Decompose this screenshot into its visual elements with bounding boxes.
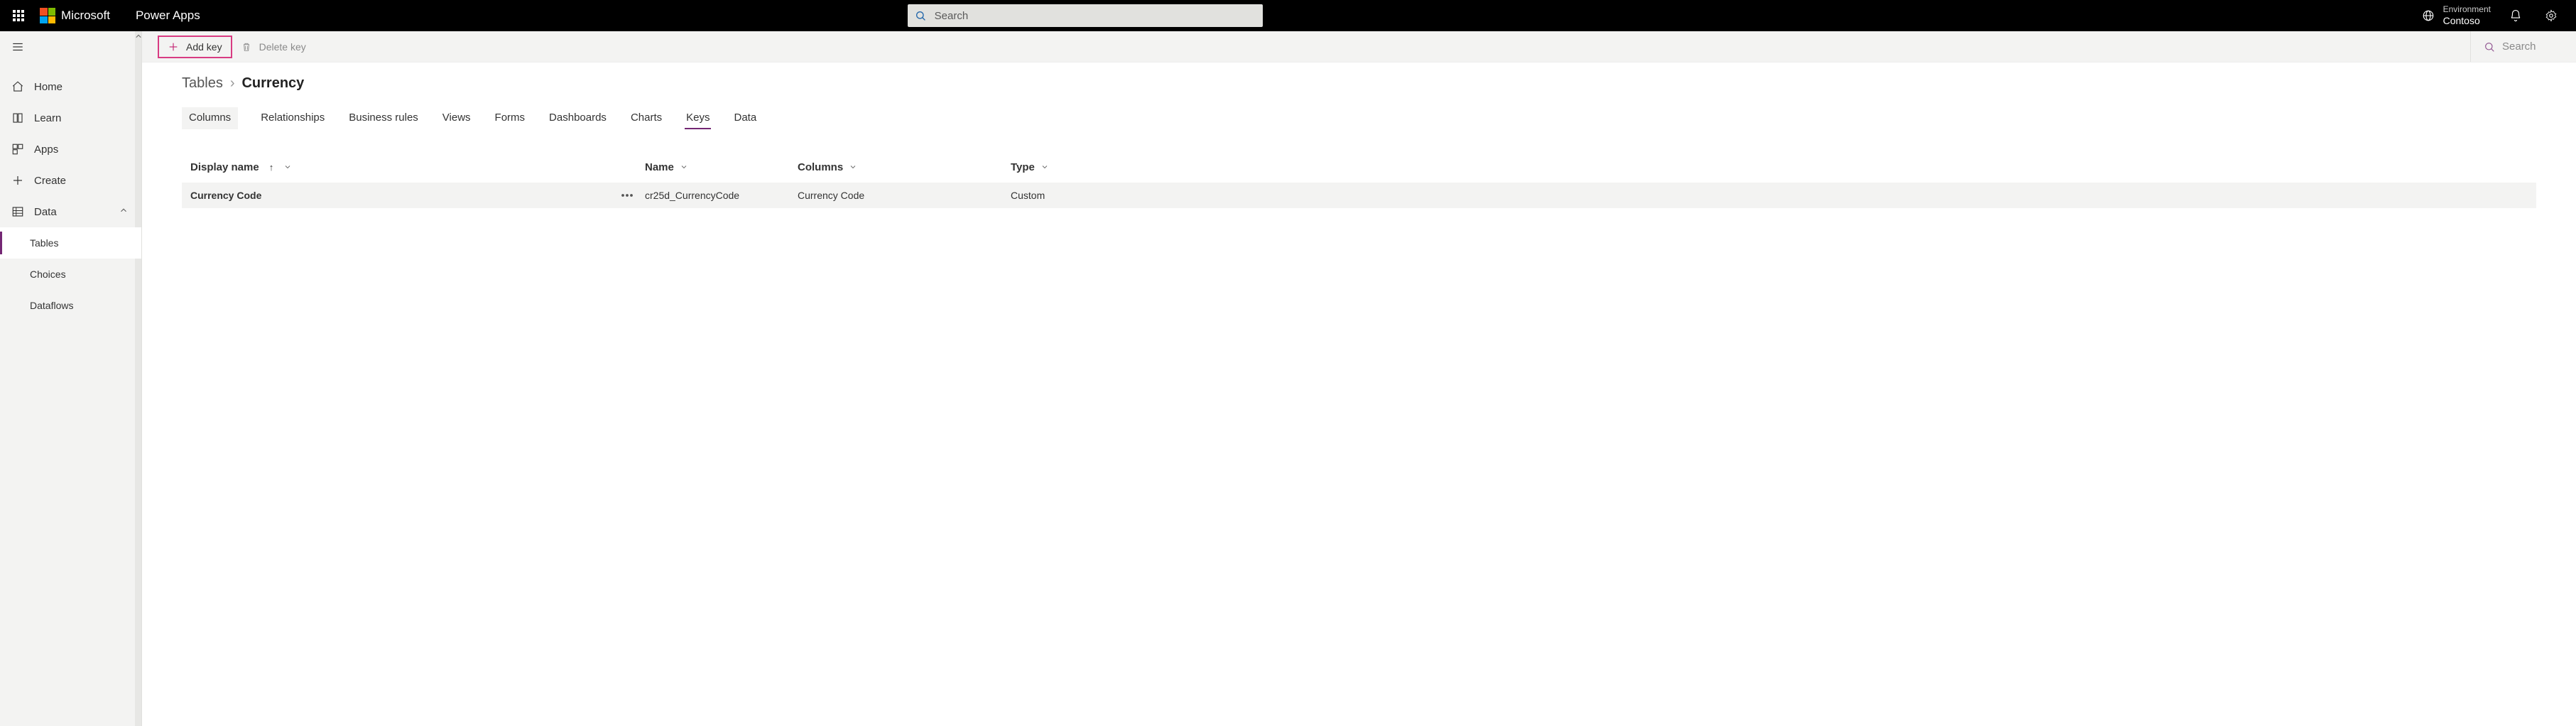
settings-button[interactable] xyxy=(2540,5,2562,26)
sidebar-item-dataflows[interactable]: Dataflows xyxy=(0,290,141,321)
col-header-display-name[interactable]: Display name ↑ xyxy=(190,161,645,173)
microsoft-logo-icon xyxy=(40,8,55,23)
col-header-type[interactable]: Type xyxy=(1011,161,2528,173)
sidebar-item-choices[interactable]: Choices xyxy=(0,259,141,290)
app-launcher-waffle[interactable] xyxy=(6,3,31,28)
data-grid-icon xyxy=(11,205,24,218)
table-row[interactable]: Currency Code cr25d_CurrencyCode Currenc… xyxy=(182,183,2536,208)
gear-icon xyxy=(2545,9,2558,22)
sidebar-item-label: Apps xyxy=(34,143,58,156)
waffle-icon xyxy=(13,10,24,21)
delete-key-button[interactable]: Delete key xyxy=(234,38,313,56)
tab-data[interactable]: Data xyxy=(732,107,758,129)
microsoft-brand[interactable]: Microsoft xyxy=(40,8,110,23)
keys-table: Display name ↑ Name Columns Type xyxy=(182,151,2536,208)
command-search-input[interactable] xyxy=(2502,40,2559,53)
tab-forms[interactable]: Forms xyxy=(494,107,527,129)
sidebar-item-tables[interactable]: Tables xyxy=(0,227,141,259)
environment-picker[interactable]: Environment Contoso xyxy=(2422,4,2491,26)
row-context-menu[interactable] xyxy=(609,194,645,197)
chevron-up-icon xyxy=(119,205,129,218)
side-nav: Home Learn Apps Create Data xyxy=(0,31,142,726)
search-icon xyxy=(2484,41,2495,53)
ellipsis-icon xyxy=(621,194,633,197)
global-search-input[interactable] xyxy=(935,10,1256,22)
global-search[interactable] xyxy=(908,4,1263,27)
environment-name: Contoso xyxy=(2443,15,2491,27)
sidebar-item-learn[interactable]: Learn xyxy=(0,102,141,134)
book-icon xyxy=(11,112,24,124)
chevron-down-icon xyxy=(283,163,292,171)
cell-name: cr25d_CurrencyCode xyxy=(645,190,798,201)
sidebar-item-apps[interactable]: Apps xyxy=(0,134,141,165)
content-area: Add key Delete key Tables › Currency Col… xyxy=(142,31,2576,726)
chevron-down-icon xyxy=(849,163,857,171)
tab-relationships[interactable]: Relationships xyxy=(259,107,326,129)
command-bar: Add key Delete key xyxy=(142,31,2576,63)
nav-toggle[interactable] xyxy=(0,31,141,63)
col-header-columns[interactable]: Columns xyxy=(798,161,1011,173)
sidebar-item-label: Choices xyxy=(30,269,66,280)
entity-tabs: Columns Relationships Business rules Vie… xyxy=(182,107,2536,130)
cell-columns: Currency Code xyxy=(798,190,1011,201)
breadcrumb: Tables › Currency xyxy=(182,75,2536,92)
command-search[interactable] xyxy=(2470,31,2559,62)
add-key-button[interactable]: Add key xyxy=(159,37,231,57)
scroll-up-icon xyxy=(135,33,141,39)
tab-views[interactable]: Views xyxy=(441,107,472,129)
sidebar-item-label: Dataflows xyxy=(30,300,73,311)
table-header-row: Display name ↑ Name Columns Type xyxy=(182,151,2536,183)
apps-icon xyxy=(11,143,24,156)
breadcrumb-separator-icon: › xyxy=(230,75,235,92)
sort-ascending-icon: ↑ xyxy=(269,162,274,173)
plus-icon xyxy=(11,174,24,187)
brand-label: Microsoft xyxy=(61,9,110,23)
delete-key-label: Delete key xyxy=(259,41,306,53)
tab-columns[interactable]: Columns xyxy=(182,107,238,129)
home-icon xyxy=(11,80,24,93)
tab-dashboards[interactable]: Dashboards xyxy=(548,107,608,129)
environment-label: Environment xyxy=(2443,4,2491,14)
tab-business-rules[interactable]: Business rules xyxy=(347,107,420,129)
sidebar-item-label: Create xyxy=(34,175,66,187)
col-header-label: Type xyxy=(1011,161,1035,173)
breadcrumb-current: Currency xyxy=(241,75,304,92)
cell-display-name: Currency Code xyxy=(190,190,609,201)
add-key-label: Add key xyxy=(186,41,222,53)
sidebar-item-create[interactable]: Create xyxy=(0,165,141,196)
tab-keys[interactable]: Keys xyxy=(685,107,711,129)
sidebar-item-label: Learn xyxy=(34,112,61,124)
notifications-button[interactable] xyxy=(2505,5,2526,26)
col-header-label: Name xyxy=(645,161,674,173)
breadcrumb-parent[interactable]: Tables xyxy=(182,75,223,92)
app-title[interactable]: Power Apps xyxy=(136,9,200,23)
globe-icon xyxy=(2422,9,2435,22)
tab-charts[interactable]: Charts xyxy=(629,107,663,129)
sidebar-item-label: Home xyxy=(34,81,63,93)
plus-icon xyxy=(168,41,179,53)
bell-icon xyxy=(2509,9,2522,22)
col-header-name[interactable]: Name xyxy=(645,161,798,173)
col-header-label: Display name xyxy=(190,161,259,173)
col-header-label: Columns xyxy=(798,161,843,173)
cell-type: Custom xyxy=(1011,190,2528,201)
search-icon xyxy=(915,10,926,21)
chevron-down-icon xyxy=(1040,163,1049,171)
sidebar-item-data[interactable]: Data xyxy=(0,196,141,227)
sidebar-item-home[interactable]: Home xyxy=(0,71,141,102)
chevron-down-icon xyxy=(680,163,688,171)
top-header: Microsoft Power Apps Environment Contoso xyxy=(0,0,2576,31)
sidebar-item-label: Data xyxy=(34,206,57,218)
sidebar-item-label: Tables xyxy=(30,237,58,249)
hamburger-icon xyxy=(11,40,24,53)
trash-icon xyxy=(241,41,252,53)
